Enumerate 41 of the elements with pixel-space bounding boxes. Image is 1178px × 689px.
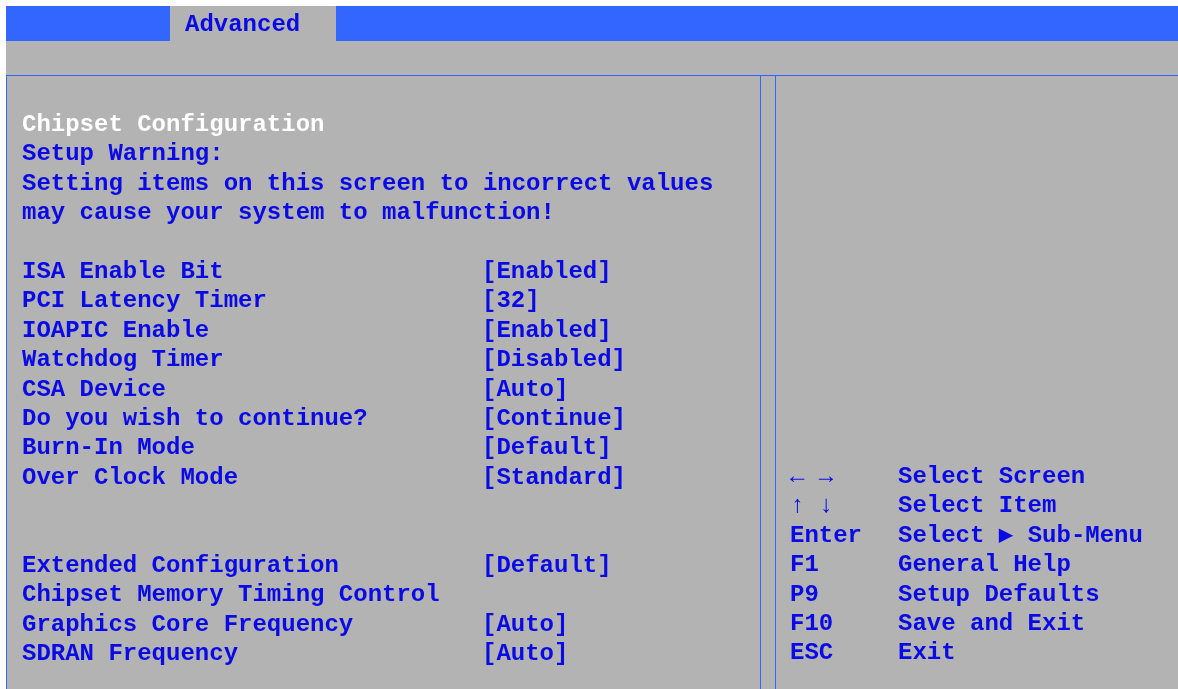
key-label: P9 <box>790 579 820 609</box>
setting-label[interactable]: ISA Enable Bit <box>22 257 482 287</box>
key-description: Save and Exit <box>898 608 1086 639</box>
setting-label[interactable]: Chipset Memory Timing Control <box>22 580 482 610</box>
key-description: Select Screen <box>898 462 1086 492</box>
setting-label[interactable]: Graphics Core Frequency <box>22 609 482 640</box>
key-label: ← → <box>790 462 835 492</box>
setting-label[interactable]: Watchdog Timer <box>22 345 482 375</box>
setting-value[interactable]: [Enabled] <box>482 257 612 287</box>
setting-label[interactable]: IOAPIC Enable <box>22 315 482 346</box>
setting-label[interactable]: SDRAN Frequency <box>22 639 482 669</box>
setting-value[interactable]: [Continue] <box>482 403 627 434</box>
key-description: Select Item <box>898 491 1057 521</box>
key-description: Exit <box>898 638 956 668</box>
key-description: Select ▶ Sub-Menu <box>898 520 1143 551</box>
setting-value[interactable]: [Auto] <box>482 609 569 640</box>
warning-message: Setting items on this screen to incorrect values may cause your system to malfunction! <box>22 168 715 228</box>
setting-label[interactable]: Do you wish to continue? <box>22 403 482 434</box>
menu-tab[interactable]: Advanced <box>170 6 336 41</box>
warning-title: Setup Warning: <box>22 139 225 169</box>
key-label: ESC <box>790 638 835 668</box>
setting-value[interactable]: [32] <box>482 286 540 316</box>
setting-value[interactable]: [Disabled] <box>482 345 627 375</box>
setting-value[interactable]: [Auto] <box>482 639 569 669</box>
key-label: F1 <box>790 550 820 580</box>
setting-value[interactable]: [Auto] <box>482 374 569 404</box>
key-label: F10 <box>790 608 835 639</box>
setting-label[interactable]: CSA Device <box>22 374 482 404</box>
setting-value[interactable]: [Default] <box>482 550 612 581</box>
section-heading: Chipset Configuration <box>22 110 326 140</box>
key-description: General Help <box>898 550 1071 580</box>
key-label: Enter <box>790 520 863 551</box>
setting-label[interactable]: Extended Configuration <box>22 550 482 581</box>
setting-value[interactable]: [Enabled] <box>482 315 612 346</box>
key-label: ↑ ↓ <box>790 491 835 521</box>
setting-value[interactable]: [Standard] <box>482 462 627 493</box>
key-description: Setup Defaults <box>898 579 1100 609</box>
setting-value[interactable]: [Default] <box>482 433 612 463</box>
setting-label[interactable]: PCI Latency Timer <box>22 286 482 316</box>
setting-label[interactable]: Over Clock Mode <box>22 462 482 493</box>
setting-label[interactable]: Burn-In Mode <box>22 433 482 463</box>
